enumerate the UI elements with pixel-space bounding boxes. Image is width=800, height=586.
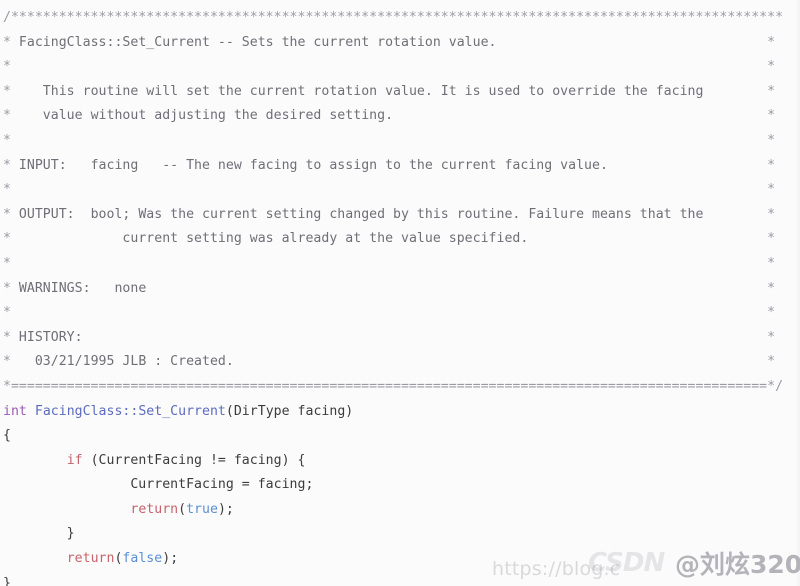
comment-rule: *=======================================… <box>3 378 784 394</box>
code-line: { <box>3 424 800 449</box>
code-line: * value without adjusting the desired se… <box>3 104 800 129</box>
comment-padding <box>703 207 767 222</box>
code-line: * current setting was already at the val… <box>3 227 800 252</box>
comment-star-left: * <box>3 206 11 222</box>
code-line: * 03/21/1995 JLB : Created. * <box>3 350 800 375</box>
comment-rule: /***************************************… <box>3 10 784 25</box>
code-line: } <box>3 572 800 586</box>
comment-padding <box>11 133 767 148</box>
code-line: * * <box>3 129 800 154</box>
comment-padding <box>497 35 768 50</box>
code-token: } <box>3 575 11 586</box>
comment-text: value without adjusting the desired sett… <box>10 108 394 124</box>
code-line: * INPUT: facing -- The new facing to ass… <box>3 154 800 179</box>
comment-text: HISTORY: <box>10 329 83 345</box>
comment-padding <box>11 305 767 320</box>
code-token: { <box>3 428 11 444</box>
code-line: * * <box>3 301 800 326</box>
comment-text: 03/21/1995 JLB : Created. <box>10 354 234 370</box>
comment-star-right: * <box>767 231 776 247</box>
code-line: * HISTORY: * <box>3 326 800 351</box>
comment-padding <box>608 158 767 173</box>
comment-padding <box>703 84 767 99</box>
code-token: int <box>3 403 27 419</box>
code-line: int FacingClass::Set_Current(DirType fac… <box>3 400 800 425</box>
code-line: return(true); <box>3 498 800 523</box>
comment-star-left: * <box>3 329 11 345</box>
comment-star-right: * <box>767 132 776 148</box>
code-token: true <box>186 501 218 517</box>
comment-star-right: * <box>767 157 776 173</box>
comment-star-left: * <box>3 108 11 124</box>
comment-padding <box>234 354 767 369</box>
comment-star-right: * <box>767 305 776 321</box>
code-token: FacingClass::Set_Current <box>34 403 226 419</box>
code-line: /***************************************… <box>3 6 800 31</box>
code-line: } <box>3 522 800 547</box>
comment-star-left: * <box>3 182 11 198</box>
comment-star-right: * <box>767 34 776 50</box>
code-line: * * <box>3 55 800 80</box>
code-token: return <box>66 551 115 567</box>
comment-star-left: * <box>3 34 11 50</box>
code-token: (DirType facing) <box>225 403 354 419</box>
comment-star-right: * <box>767 280 776 296</box>
code-line: if (CurrentFacing != facing) { <box>3 449 800 474</box>
code-line: * OUTPUT: bool; Was the current setting … <box>3 203 800 228</box>
code-line: return(false); <box>3 547 800 572</box>
code-line: CurrentFacing = facing; <box>3 473 800 498</box>
code-line: * * <box>3 252 800 277</box>
code-token: ); <box>162 551 179 567</box>
comment-star-left: * <box>3 157 11 173</box>
comment-text: This routine will set the current rotati… <box>10 83 704 99</box>
comment-star-left: * <box>3 231 11 247</box>
comment-star-left: * <box>3 132 11 148</box>
comment-star-right: * <box>767 59 776 75</box>
code-viewer: /***************************************… <box>0 0 800 586</box>
comment-padding <box>11 182 767 197</box>
code-token: CurrentFacing = facing; <box>3 477 314 493</box>
comment-star-left: * <box>3 354 11 370</box>
code-token: ( <box>178 501 187 517</box>
comment-star-left: * <box>3 255 11 271</box>
code-token: ); <box>217 501 234 517</box>
code-line: * * <box>3 178 800 203</box>
comment-text: FacingClass::Set_Current -- Sets the cur… <box>10 34 497 50</box>
comment-padding <box>393 108 767 123</box>
comment-star-right: * <box>767 83 776 99</box>
comment-text: current setting was already at the value… <box>10 231 529 247</box>
code-token: false <box>122 551 163 567</box>
code-token: if <box>66 452 83 468</box>
comment-star-right: * <box>767 255 776 271</box>
comment-star-right: * <box>767 206 776 222</box>
code-listing[interactable]: /***************************************… <box>3 6 800 586</box>
comment-text: OUTPUT: bool; Was the current setting ch… <box>10 206 704 222</box>
code-line: *=======================================… <box>3 375 800 400</box>
code-token: return <box>130 501 179 517</box>
comment-star-right: * <box>767 329 776 345</box>
comment-padding <box>11 256 767 271</box>
comment-star-right: * <box>767 182 776 198</box>
comment-star-left: * <box>3 59 11 75</box>
comment-star-left: * <box>3 305 11 321</box>
comment-padding <box>11 59 767 74</box>
code-line: * FacingClass::Set_Current -- Sets the c… <box>3 31 800 56</box>
comment-star-right: * <box>767 108 776 124</box>
comment-star-left: * <box>3 280 11 296</box>
code-token: } <box>3 526 75 542</box>
comment-text: INPUT: facing -- The new facing to assig… <box>10 157 608 173</box>
comment-star-right: * <box>767 354 776 370</box>
comment-padding <box>83 330 768 345</box>
code-line: * WARNINGS: none * <box>3 277 800 302</box>
comment-padding <box>146 281 767 296</box>
comment-padding <box>528 231 767 246</box>
comment-star-left: * <box>3 83 11 99</box>
code-token: (CurrentFacing != facing) { <box>82 452 306 468</box>
code-line: * This routine will set the current rota… <box>3 80 800 105</box>
comment-text: WARNINGS: none <box>10 280 147 296</box>
